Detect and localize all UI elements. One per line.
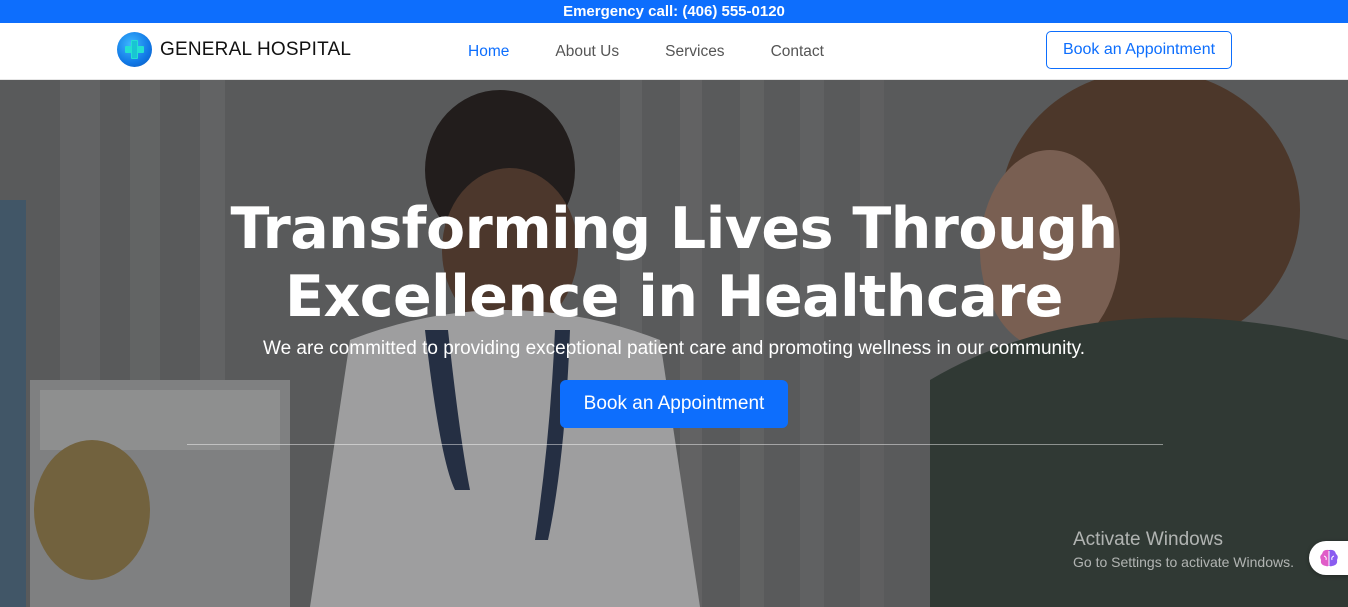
hero-book-appointment-button[interactable]: Book an Appointment: [560, 380, 788, 428]
emergency-call-text: Emergency call: (406) 555-0120: [563, 3, 785, 20]
emergency-bar: Emergency call: (406) 555-0120: [0, 0, 1348, 23]
nav-link-contact[interactable]: Contact: [771, 43, 824, 61]
brand-name: GENERAL HOSPITAL: [160, 38, 352, 60]
navbar: GENERAL HOSPITAL Home About Us Services …: [0, 23, 1348, 80]
nav-link-services[interactable]: Services: [665, 43, 724, 61]
watermark-title: Activate Windows: [1073, 529, 1223, 550]
hero-subtitle: We are committed to providing exceptiona…: [263, 338, 1085, 359]
floating-assistant-button[interactable]: [1309, 541, 1348, 575]
nav-link-home[interactable]: Home: [468, 43, 509, 61]
hero-section: Transforming Lives Through Excellence in…: [0, 80, 1348, 607]
watermark-subtitle: Go to Settings to activate Windows.: [1073, 554, 1294, 570]
brand[interactable]: GENERAL HOSPITAL: [117, 32, 351, 67]
activate-windows-watermark: Activate Windows Go to Settings to activ…: [1073, 529, 1294, 570]
hero-title-line-1: Transforming Lives Through: [230, 196, 1118, 262]
hero-divider: [187, 444, 1163, 445]
brain-icon: [1320, 549, 1338, 567]
hero-title-line-2: Excellence in Healthcare: [285, 264, 1063, 330]
medical-cross-icon: [117, 32, 152, 67]
nav-link-about-us[interactable]: About Us: [555, 43, 619, 61]
hero-title: Transforming Lives Through Excellence in…: [174, 195, 1174, 331]
nav-book-appointment-button[interactable]: Book an Appointment: [1046, 31, 1232, 69]
nav-links: Home About Us Services Contact: [468, 23, 870, 80]
